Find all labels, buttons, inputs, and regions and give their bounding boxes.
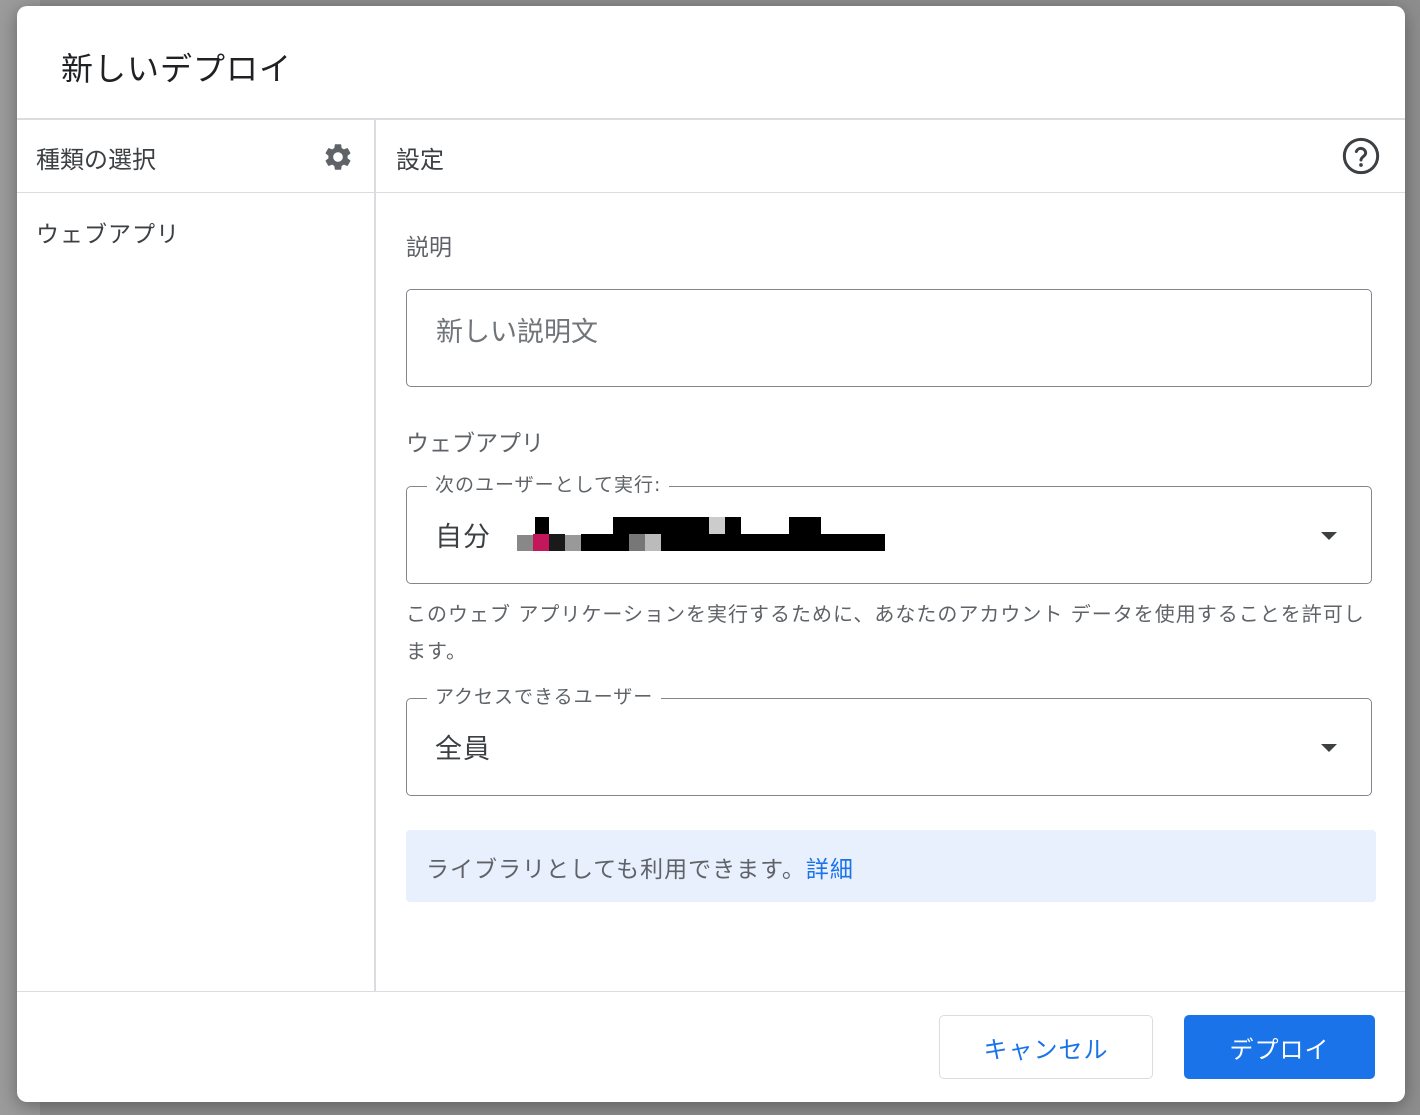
settings-heading: 設定 [396, 146, 444, 174]
dialog-title: 新しいデプロイ [61, 50, 293, 88]
execute-as-value: 自分 [435, 522, 491, 553]
access-label: アクセスできるユーザー [427, 683, 662, 711]
help-circle-icon[interactable] [1341, 136, 1381, 176]
access-select[interactable]: アクセスできるユーザー 全員 [406, 683, 1372, 796]
info-message: ライブラリとしても利用できます。 [426, 857, 806, 883]
deploy-button[interactable]: デプロイ [1184, 1015, 1375, 1079]
cancel-button[interactable]: キャンセル [939, 1015, 1153, 1079]
details-link[interactable]: 詳細 [806, 857, 854, 883]
description-label: 説明 [406, 235, 452, 261]
new-deployment-dialog: 新しいデプロイ 種類の選択 ウェブアプリ 設定 説明 ウェブアプリ 次のユーザー… [17, 6, 1405, 1102]
description-field[interactable] [406, 289, 1372, 387]
info-text: ライブラリとしても利用できます。詳細 [426, 850, 854, 884]
execute-as-hint: このウェブ アプリケーションを実行するために、あなたのアカウント データを使用す… [406, 602, 1365, 663]
webapp-section-label: ウェブアプリ [406, 431, 544, 457]
select-type-heading: 種類の選択 [36, 146, 156, 174]
column-divider [374, 119, 376, 992]
title-divider [17, 118, 1405, 120]
chevron-down-icon [1321, 744, 1337, 752]
execute-as-select[interactable]: 次のユーザーとして実行: 自分 [406, 471, 1372, 584]
description-input[interactable] [434, 316, 1338, 349]
execute-as-label: 次のユーザーとして実行: [427, 471, 670, 499]
footer-divider [17, 991, 1405, 992]
library-info-banner: ライブラリとしても利用できます。詳細 [406, 830, 1376, 902]
chevron-down-icon [1321, 532, 1337, 540]
redacted-email [517, 517, 887, 552]
header-divider [17, 192, 1405, 193]
access-value: 全員 [435, 734, 491, 765]
sidebar-item-webapp[interactable]: ウェブアプリ [36, 215, 180, 249]
gear-icon[interactable] [322, 141, 354, 173]
